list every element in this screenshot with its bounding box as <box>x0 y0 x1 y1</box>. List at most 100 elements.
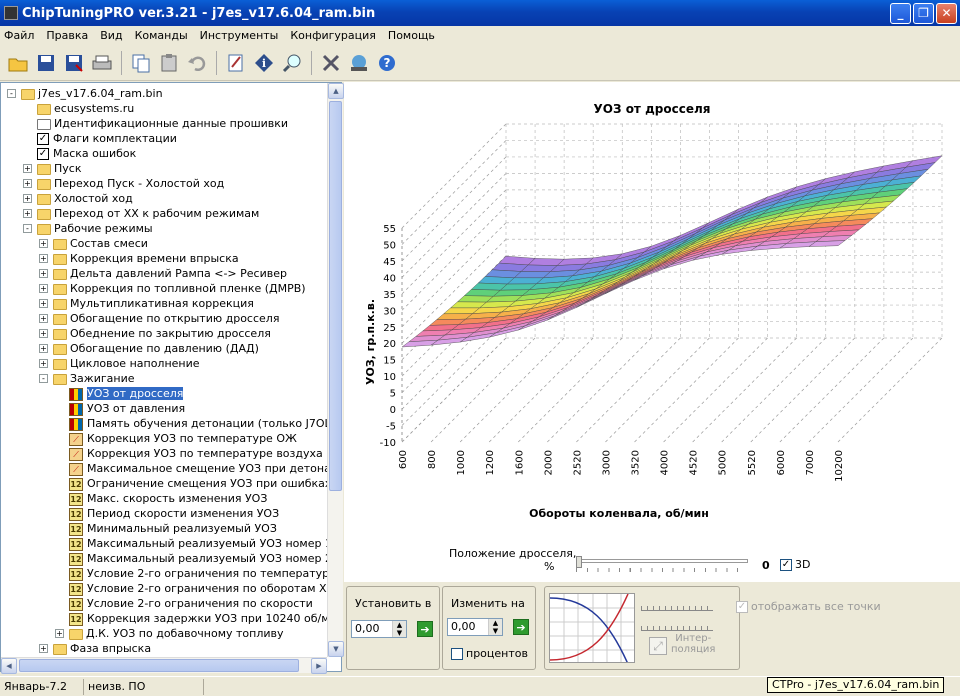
open-icon[interactable] <box>6 51 30 75</box>
change-value-input[interactable]: 0,00 ▲ ▼ <box>447 618 503 636</box>
tree-item[interactable]: Пуск <box>37 161 81 176</box>
maximize-button[interactable]: ❐ <box>913 3 934 24</box>
tree-item[interactable]: 12 Минимальный реализуемый УОЗ <box>69 521 277 536</box>
tree-item[interactable]: Холостой ход <box>37 191 133 206</box>
tree-item[interactable]: Обеднение по закрытию дросселя <box>53 326 271 341</box>
tree-item[interactable]: 12 Максимальный реализуемый УОЗ номер 2 <box>69 551 327 566</box>
set-value-spinner[interactable]: ▲ ▼ <box>392 621 406 637</box>
scroll-left-button[interactable]: ◀ <box>1 658 17 674</box>
tree-expander[interactable]: + <box>39 314 48 323</box>
menu-edit[interactable]: Правка <box>46 29 88 42</box>
tree-expander[interactable]: - <box>7 89 16 98</box>
undo-icon[interactable] <box>185 51 209 75</box>
close-button[interactable]: ✕ <box>936 3 957 24</box>
tree-expander[interactable]: + <box>23 194 32 203</box>
menu-help[interactable]: Помощь <box>388 29 435 42</box>
minimize-button[interactable]: _ <box>890 3 911 24</box>
save-as-icon[interactable] <box>62 51 86 75</box>
tree-item[interactable]: Обогащение по давлению (ДАД) <box>53 341 259 356</box>
tree-item[interactable]: Переход от ХХ к рабочим режимам <box>37 206 259 221</box>
tree-item[interactable]: Переход Пуск - Холостой ход <box>37 176 224 191</box>
checkbox-3d[interactable]: ✓ 3D <box>780 558 810 571</box>
scroll-right-button[interactable]: ▶ <box>311 658 327 674</box>
menu-view[interactable]: Вид <box>100 29 122 42</box>
save-icon[interactable] <box>34 51 58 75</box>
tree-item[interactable]: 12 Коррекция задержки УОЗ при 10240 об/ми… <box>69 611 327 626</box>
menu-config[interactable]: Конфигурация <box>290 29 376 42</box>
tree-item[interactable]: Коррекция по топливной пленке (ДМРВ) <box>53 281 306 296</box>
menu-file[interactable]: Файл <box>4 29 34 42</box>
tree-expander[interactable]: + <box>39 299 48 308</box>
print-icon[interactable] <box>90 51 114 75</box>
tree-expander[interactable]: + <box>39 269 48 278</box>
tree-expander[interactable]: + <box>39 329 48 338</box>
tree-item[interactable]: 12 Макс. скорость изменения УОЗ <box>69 491 267 506</box>
edit-icon[interactable] <box>224 51 248 75</box>
tree-expander[interactable]: + <box>39 644 48 653</box>
scroll-down-button[interactable]: ▼ <box>328 641 344 657</box>
info-icon[interactable]: i <box>252 51 276 75</box>
set-value-input[interactable]: 0,00 ▲ ▼ <box>351 620 407 638</box>
tree-expander[interactable]: + <box>23 164 32 173</box>
copy-icon[interactable] <box>129 51 153 75</box>
throttle-slider[interactable] <box>576 556 748 573</box>
set-value-apply-button[interactable]: ➔ <box>417 621 433 637</box>
tree-item[interactable]: Состав смеси <box>53 236 148 251</box>
paste-icon[interactable] <box>157 51 181 75</box>
scroll-up-button[interactable]: ▲ <box>328 83 344 99</box>
tree-item[interactable]: Коррекция времени впрыска <box>53 251 239 266</box>
percent-checkbox[interactable]: процентов <box>451 647 528 660</box>
network-icon[interactable] <box>347 51 371 75</box>
tree-expander[interactable]: + <box>23 209 32 218</box>
tree-item[interactable]: УОЗ от давления <box>69 401 185 416</box>
tree-expander[interactable]: + <box>39 344 48 353</box>
interpolation-preview[interactable] <box>549 593 635 663</box>
tree-item[interactable]: Мультипликативная коррекция <box>53 296 254 311</box>
tree-item[interactable]: 12 Максимальный реализуемый УОЗ номер 1 <box>69 536 327 551</box>
tree-item[interactable]: Фаза впрыска <box>53 641 151 656</box>
settings-icon[interactable] <box>319 51 343 75</box>
app-icon[interactable] <box>4 6 18 20</box>
menu-tools[interactable]: Инструменты <box>200 29 279 42</box>
interpolation-button-icon[interactable]: ⤢ <box>649 637 667 655</box>
tree-expander[interactable]: + <box>39 239 48 248</box>
tree-item[interactable]: ecusystems.ru <box>37 101 134 116</box>
tree-vertical-scrollbar[interactable]: ▲ ▼ <box>327 83 344 657</box>
tree-item[interactable]: j7es_v17.6.04_ram.bin <box>21 86 163 101</box>
tree-expander[interactable]: + <box>39 254 48 263</box>
tree-expander[interactable]: - <box>23 224 32 233</box>
tree-item[interactable]: Цикловое наполнение <box>53 356 200 371</box>
interp-slider-2[interactable] <box>641 617 713 631</box>
hscroll-thumb[interactable] <box>19 659 299 672</box>
tree-item[interactable]: ✓ Маска ошибок <box>37 146 136 161</box>
tree-item[interactable]: Обогащение по открытию дросселя <box>53 311 279 326</box>
tree-item[interactable]: ⟋ Максимальное смещение УОЗ при детонации <box>69 461 327 476</box>
menu-commands[interactable]: Команды <box>135 29 188 42</box>
tree-item[interactable]: Память обучения детонации (только J7OLT) <box>69 416 327 431</box>
tree-item[interactable]: ⟋ Коррекция УОЗ по температуре воздуха <box>69 446 323 461</box>
scroll-thumb[interactable] <box>329 101 342 491</box>
surface-chart[interactable]: 5550454035302520151050-5-10 600 800 1000 12… <box>344 112 960 572</box>
tree-item[interactable]: Идентификационные данные прошивки <box>37 116 288 131</box>
show-all-points-checkbox[interactable]: ✓ отображать все точки <box>736 600 881 613</box>
tree-item[interactable]: Д.К. УОЗ по добавочному топливу <box>69 626 284 641</box>
tree-item[interactable]: ⟋ Коррекция УОЗ по температуре ОЖ <box>69 431 297 446</box>
tree-item[interactable]: ✓ Флаги комплектации <box>37 131 177 146</box>
tree-item[interactable]: Дельта давлений Рампа <-> Ресивер <box>53 266 287 281</box>
tree-expander[interactable]: + <box>39 284 48 293</box>
tree-expander[interactable]: + <box>39 359 48 368</box>
tree-item[interactable]: 12 Период скорости изменения УОЗ <box>69 506 279 521</box>
help-icon[interactable]: ? <box>375 51 399 75</box>
tree-item[interactable]: 12 Условие 2-го ограничения по оборотам Х… <box>69 581 327 596</box>
tree-item[interactable]: 12 Условие 2-го ограничения по скорости <box>69 596 313 611</box>
throttle-slider-thumb[interactable] <box>576 556 582 568</box>
tree-expander[interactable]: + <box>23 179 32 188</box>
search-icon[interactable] <box>280 51 304 75</box>
tree-expander[interactable]: + <box>55 629 64 638</box>
tree-view[interactable]: - j7es_v17.6.04_ram.bin ecusystems.ru Идент… <box>1 83 327 657</box>
tree-horizontal-scrollbar[interactable]: ◀ ▶ <box>1 657 327 674</box>
tree-item[interactable]: 12 Ограничение смещения УОЗ при ошибках у… <box>69 476 327 491</box>
tree-item[interactable]: УОЗ от дросселя <box>69 386 184 401</box>
change-value-spinner[interactable]: ▲ ▼ <box>488 619 502 635</box>
tree-item[interactable]: Рабочие режимы <box>37 221 153 236</box>
